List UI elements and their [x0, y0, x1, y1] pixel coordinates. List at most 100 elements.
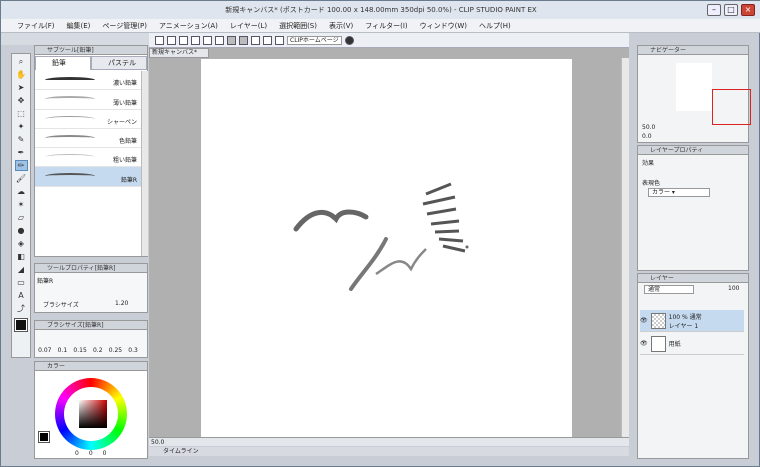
brush-tool-icon[interactable]: 🖌 [16, 174, 27, 183]
tab-pastel[interactable]: パステル [91, 56, 147, 70]
timeline-panel[interactable]: タイムライン [149, 447, 629, 456]
snap-icon[interactable] [263, 35, 272, 45]
navigator-viewport[interactable] [712, 89, 751, 125]
export-icon[interactable] [191, 35, 200, 45]
tool-property-panel: ツールプロパティ[鉛筆R] 鉛筆R ブラシサイズ 1.20 [34, 263, 148, 313]
brush-item-dark-pencil[interactable]: 濃い鉛筆 [35, 71, 141, 91]
eye-icon[interactable]: 👁 [640, 317, 648, 324]
clip-homepage-button[interactable]: CLIPホームページ [287, 35, 342, 45]
airbrush-icon[interactable]: ☁ [16, 187, 27, 196]
ruler-icon[interactable] [275, 35, 284, 45]
brush-label: 薄い鉛筆 [112, 99, 137, 107]
layer-thumbnail [650, 312, 666, 329]
save-icon[interactable] [179, 35, 188, 45]
saturation-square[interactable] [79, 400, 107, 428]
menu-animation[interactable]: アニメーション(A) [159, 21, 218, 31]
size-option[interactable]: 0.1 [58, 347, 68, 354]
menu-layer[interactable]: レイヤー(L) [230, 21, 267, 31]
canvas-zoom[interactable]: 50.0 [151, 439, 164, 446]
menu-selection[interactable]: 選択範囲(S) [279, 21, 317, 31]
menu-help[interactable]: ヘルプ(H) [479, 21, 511, 31]
gradient-icon[interactable]: ◧ [16, 252, 27, 261]
layer-row[interactable]: 👁 100 % 通常 レイヤー 1 [640, 310, 744, 332]
frame-icon[interactable]: ▭ [16, 278, 27, 287]
navigator-rotation[interactable]: 0.0 [642, 133, 652, 140]
navigator-panel: ナビゲーター 50.0 0.0 [637, 45, 751, 143]
expression-color-select[interactable]: カラー ▾ [648, 188, 710, 197]
maximize-button[interactable]: □ [724, 4, 738, 16]
correct-line-icon[interactable]: ⤴ [16, 304, 27, 313]
close-button[interactable]: × [741, 4, 755, 16]
navigator-thumbnail[interactable] [676, 63, 751, 125]
color-wheel[interactable] [55, 378, 127, 450]
size-option[interactable]: 0.25 [109, 347, 122, 354]
navigator-tab[interactable]: ナビゲーター [638, 46, 748, 55]
menu-view[interactable]: 表示(V) [329, 21, 353, 31]
auto-select-icon[interactable]: ✦ [16, 122, 27, 131]
layer-tab[interactable]: レイヤー [638, 274, 748, 283]
pencil-tool-icon[interactable]: ✏ [14, 160, 28, 171]
tab-pencil[interactable]: 鉛筆 [35, 56, 91, 70]
subtool-scrollbar[interactable] [141, 71, 148, 256]
layer-name: レイヤー 1 [668, 322, 699, 330]
selection-tool-icon[interactable]: ⬚ [16, 109, 27, 118]
new-icon[interactable] [155, 35, 164, 45]
drawing-paper[interactable] [201, 59, 572, 439]
operation-tool-icon[interactable]: ➤ [16, 83, 27, 92]
eyedropper-icon[interactable]: ✎ [16, 135, 27, 144]
text-tool-icon[interactable]: A [16, 291, 27, 300]
layer-panel: レイヤー 通常 100 👁 100 % 通常 レイヤー 1 👁 用紙 [637, 273, 749, 459]
blend-mode-select[interactable]: 通常 [644, 285, 694, 294]
size-option[interactable]: 0.07 [38, 347, 51, 354]
navigator-zoom[interactable]: 50.0 [642, 124, 655, 131]
app-window: 新規キャンバス* (ポストカード 100.00 x 148.00mm 350dp… [0, 0, 760, 467]
undo-icon[interactable] [203, 35, 212, 45]
menu-page[interactable]: ページ管理(P) [102, 21, 147, 31]
fill-tool-icon[interactable]: ◈ [16, 239, 27, 248]
brush-size-value[interactable]: 1.20 [115, 300, 128, 307]
menu-window[interactable]: ウィンドウ(W) [420, 21, 467, 31]
brush-size-panel: ブラシサイズ[鉛筆R] 0.07 0.1 0.15 0.2 0.25 0.3 [34, 320, 148, 358]
help-icon[interactable] [344, 35, 354, 45]
brush-item-color-pencil[interactable]: 色鉛筆 [35, 129, 141, 149]
pen-tool-icon[interactable]: ✒ [16, 148, 27, 157]
brush-item-light-pencil[interactable]: 薄い鉛筆 [35, 90, 141, 110]
brush-item-mechanical-pencil[interactable]: シャーペン [35, 110, 141, 129]
fill-icon[interactable] [239, 35, 248, 45]
decoration-icon[interactable]: ✶ [16, 200, 27, 209]
figure-icon[interactable]: ◢ [16, 265, 27, 274]
main-color-swatch[interactable] [14, 318, 28, 332]
size-option[interactable]: 0.15 [73, 347, 86, 354]
menu-filter[interactable]: フィルター(I) [365, 21, 407, 31]
expression-color-label: 表現色 [642, 180, 661, 187]
command-bar: CLIPホームページ [149, 33, 629, 48]
main-color-chip[interactable] [38, 431, 50, 443]
transform-icon[interactable] [251, 35, 260, 45]
canvas-vscroll[interactable] [621, 58, 629, 437]
brush-item-rough-pencil[interactable]: 粗い鉛筆 [35, 148, 141, 168]
minimize-button[interactable]: – [707, 4, 721, 16]
clear-icon[interactable] [227, 35, 236, 45]
menu-edit[interactable]: 編集(E) [67, 21, 91, 31]
expression-color-value: カラー [652, 189, 671, 196]
blend-icon[interactable]: ● [16, 226, 27, 235]
opacity-value[interactable]: 100 [728, 285, 739, 292]
eye-icon[interactable]: 👁 [640, 340, 648, 347]
eraser-icon[interactable]: ▱ [16, 213, 27, 222]
size-option[interactable]: 0.3 [128, 347, 138, 354]
zoom-tool-icon[interactable]: ⌕ [16, 57, 27, 66]
hand-tool-icon[interactable]: ✋ [16, 70, 27, 79]
redo-icon[interactable] [215, 35, 224, 45]
toolprop-tool-name: 鉛筆R [37, 278, 54, 285]
layer-row[interactable]: 👁 用紙 [640, 333, 744, 355]
brush-item-pencil-r[interactable]: 鉛筆R [35, 167, 141, 187]
open-icon[interactable] [167, 35, 176, 45]
layerprop-tab[interactable]: レイヤープロパティ [638, 146, 748, 155]
canvas-tab[interactable]: 新規キャンバス* [149, 48, 209, 58]
tab-pastel-label: パステル [108, 59, 136, 67]
move-layer-icon[interactable]: ✥ [16, 96, 27, 105]
menu-file[interactable]: ファイル(F) [17, 21, 55, 31]
subtool-header: サブツール[鉛筆] [35, 46, 147, 55]
size-option[interactable]: 0.2 [93, 347, 103, 354]
menu-bar: ファイル(F) 編集(E) ページ管理(P) アニメーション(A) レイヤー(L… [1, 19, 760, 33]
